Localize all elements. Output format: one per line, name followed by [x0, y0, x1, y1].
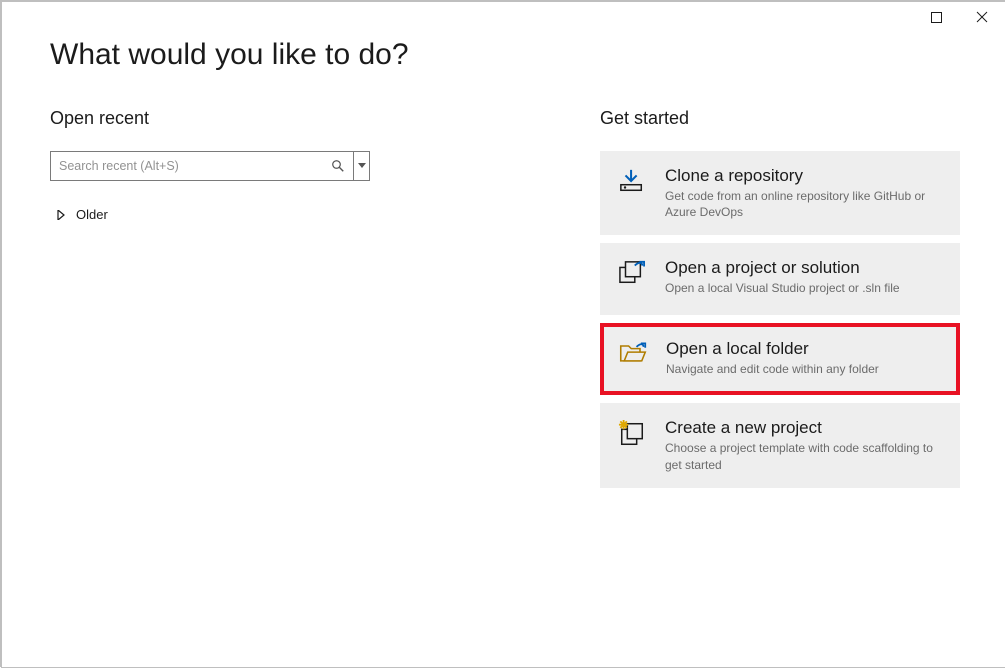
search-recent-box[interactable]: [50, 151, 354, 181]
card-open-local-folder[interactable]: Open a local folder Navigate and edit co…: [600, 323, 960, 395]
card-title: Create a new project: [665, 418, 943, 438]
card-title: Open a local folder: [666, 339, 942, 359]
window-maximize-button[interactable]: [913, 2, 959, 32]
create-new-project-icon: [617, 418, 647, 472]
search-icon[interactable]: [329, 159, 347, 173]
card-open-project[interactable]: Open a project or solution Open a local …: [600, 243, 960, 315]
card-create-new-project[interactable]: Create a new project Choose a project te…: [600, 403, 960, 487]
card-desc: Navigate and edit code within any folder: [666, 361, 942, 377]
open-project-icon: [617, 258, 647, 300]
search-recent-dropdown[interactable]: [354, 151, 370, 181]
open-local-folder-icon: [618, 339, 648, 379]
card-clone-repository[interactable]: Clone a repository Get code from an onli…: [600, 151, 960, 235]
get-started-heading: Get started: [600, 108, 960, 129]
clone-repository-icon: [617, 166, 647, 220]
chevron-right-icon: [56, 210, 66, 220]
search-recent-input[interactable]: [57, 152, 329, 180]
recent-group-older[interactable]: Older: [50, 207, 370, 222]
card-desc: Get code from an online repository like …: [665, 188, 943, 220]
open-recent-heading: Open recent: [50, 108, 370, 129]
page-title: What would you like to do?: [50, 38, 957, 72]
window-titlebar: [913, 2, 1005, 32]
card-title: Open a project or solution: [665, 258, 943, 278]
card-desc: Choose a project template with code scaf…: [665, 440, 943, 472]
recent-group-label: Older: [76, 207, 108, 222]
card-title: Clone a repository: [665, 166, 943, 186]
card-desc: Open a local Visual Studio project or .s…: [665, 280, 943, 296]
window-close-button[interactable]: [959, 2, 1005, 32]
